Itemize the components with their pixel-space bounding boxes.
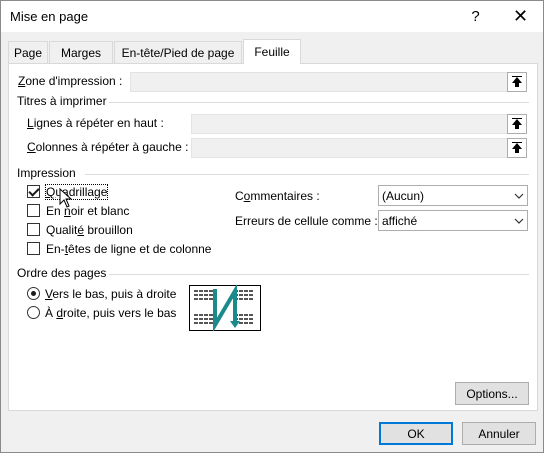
- titles-divider: [109, 102, 529, 103]
- tab-sheet[interactable]: Feuille: [243, 39, 301, 64]
- print-group-title: Impression: [17, 166, 76, 180]
- order-divider: [109, 274, 529, 275]
- title-bar: Mise en page ? ✕: [1, 1, 543, 32]
- cell-errors-value: affiché: [382, 214, 418, 228]
- sheet-panel: Zone d'impression : Titres à imprimer Li…: [8, 63, 538, 411]
- help-button[interactable]: ?: [453, 1, 498, 32]
- row-col-headings-label[interactable]: En-têtes de ligne et de colonne: [46, 242, 211, 256]
- cols-repeat-label: Colonnes à répéter à gauche :: [27, 140, 189, 154]
- print-divider: [85, 174, 529, 175]
- cell-errors-label: Erreurs de cellule comme :: [235, 214, 378, 228]
- print-area-collapse-button[interactable]: [507, 72, 527, 92]
- gridlines-checkbox[interactable]: [27, 185, 40, 198]
- page-order-preview-icon: [189, 285, 261, 331]
- mouse-cursor-icon: [59, 188, 73, 208]
- cancel-button[interactable]: Annuler: [462, 422, 536, 445]
- tab-page[interactable]: Page: [8, 41, 48, 63]
- cols-repeat-collapse-button[interactable]: [507, 138, 527, 158]
- collapse-arrow-icon: [512, 142, 522, 153]
- chevron-down-icon: [510, 211, 527, 230]
- ok-button[interactable]: OK: [379, 422, 453, 445]
- black-white-checkbox[interactable]: [27, 204, 40, 217]
- order-over-then-down-label[interactable]: À droite, puis vers le bas: [45, 306, 176, 320]
- comments-select[interactable]: (Aucun): [378, 185, 528, 206]
- cell-errors-select[interactable]: affiché: [378, 210, 528, 231]
- options-button[interactable]: Options...: [455, 382, 529, 405]
- rows-repeat-collapse-button[interactable]: [507, 114, 527, 134]
- chevron-down-icon: [510, 186, 527, 205]
- order-over-then-down-radio[interactable]: [27, 306, 40, 319]
- tab-header-footer[interactable]: En-tête/Pied de page: [114, 41, 242, 63]
- print-area-input[interactable]: [130, 72, 526, 92]
- order-group-title: Ordre des pages: [17, 266, 107, 280]
- draft-quality-label[interactable]: Qualité brouillon: [46, 223, 133, 237]
- order-down-then-over-radio[interactable]: [27, 287, 40, 300]
- cols-repeat-input[interactable]: [191, 138, 526, 158]
- print-area-label: Zone d'impression :: [18, 74, 123, 88]
- collapse-arrow-icon: [512, 118, 522, 129]
- comments-value: (Aucun): [382, 189, 425, 203]
- rows-repeat-label: Lignes à répéter en haut :: [27, 116, 164, 130]
- comments-label: Commentaires :: [235, 189, 320, 203]
- draft-quality-checkbox[interactable]: [27, 223, 40, 236]
- page-setup-dialog: Mise en page ? ✕ Page Marges En-tête/Pie…: [0, 0, 544, 453]
- order-down-then-over-label[interactable]: Vers le bas, puis à droite: [45, 287, 176, 301]
- row-col-headings-checkbox[interactable]: [27, 242, 40, 255]
- titles-group-title: Titres à imprimer: [17, 94, 107, 108]
- close-button[interactable]: ✕: [498, 1, 543, 32]
- rows-repeat-input[interactable]: [191, 114, 526, 134]
- tab-margins[interactable]: Marges: [49, 41, 113, 63]
- gridlines-label[interactable]: Quadrillage: [44, 184, 109, 200]
- collapse-arrow-icon: [512, 76, 522, 87]
- dialog-title: Mise en page: [10, 9, 89, 24]
